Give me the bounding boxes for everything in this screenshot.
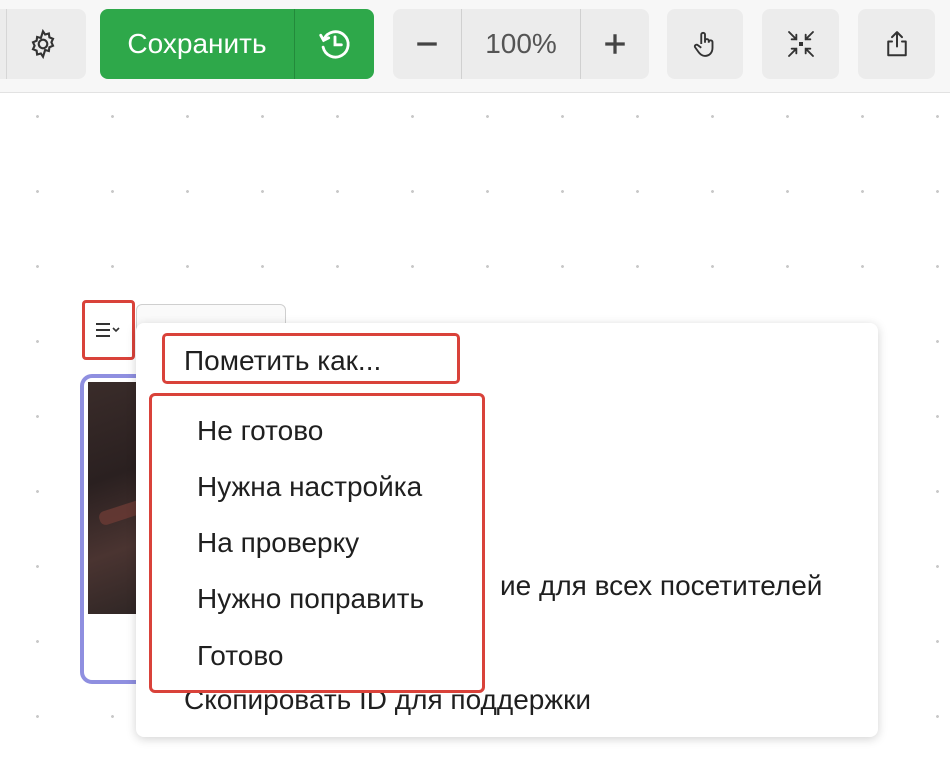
mark-as-submenu: Не готово Нужна настройка На проверку Ну… [149,393,485,693]
top-toolbar: Сохранить 100% [0,0,950,93]
plus-icon [602,31,628,57]
menu-item-mark-as[interactable]: Пометить как... [184,345,381,377]
fit-view-button[interactable] [762,9,839,79]
submenu-item-done[interactable]: Готово [197,640,283,672]
collapse-arrows-icon [785,28,817,60]
share-upload-icon [882,29,912,59]
minus-icon [414,31,440,57]
hand-tool-button[interactable] [667,9,743,79]
menu-lines-chevron-icon [94,319,124,341]
submenu-item-not-ready[interactable]: Не готово [197,415,323,447]
zoom-out-button[interactable] [393,9,461,79]
node-menu-button[interactable] [82,300,135,360]
menu-item-share-partial[interactable]: ие для всех посетителей [500,570,822,602]
history-clock-icon [316,25,354,63]
zoom-controls: 100% [393,9,649,79]
zoom-in-button[interactable] [581,9,649,79]
gear-icon [27,28,59,60]
hand-pointer-icon [690,29,720,59]
submenu-item-for-review[interactable]: На проверку [197,527,359,559]
history-button[interactable] [295,9,374,79]
share-button[interactable] [858,9,935,79]
save-group: Сохранить [100,9,374,79]
submenu-item-needs-setup[interactable]: Нужна настройка [197,471,422,503]
save-button[interactable]: Сохранить [100,9,295,79]
settings-button[interactable] [0,9,86,79]
zoom-level[interactable]: 100% [461,9,581,79]
submenu-item-needs-fix[interactable]: Нужно поправить [197,583,424,615]
